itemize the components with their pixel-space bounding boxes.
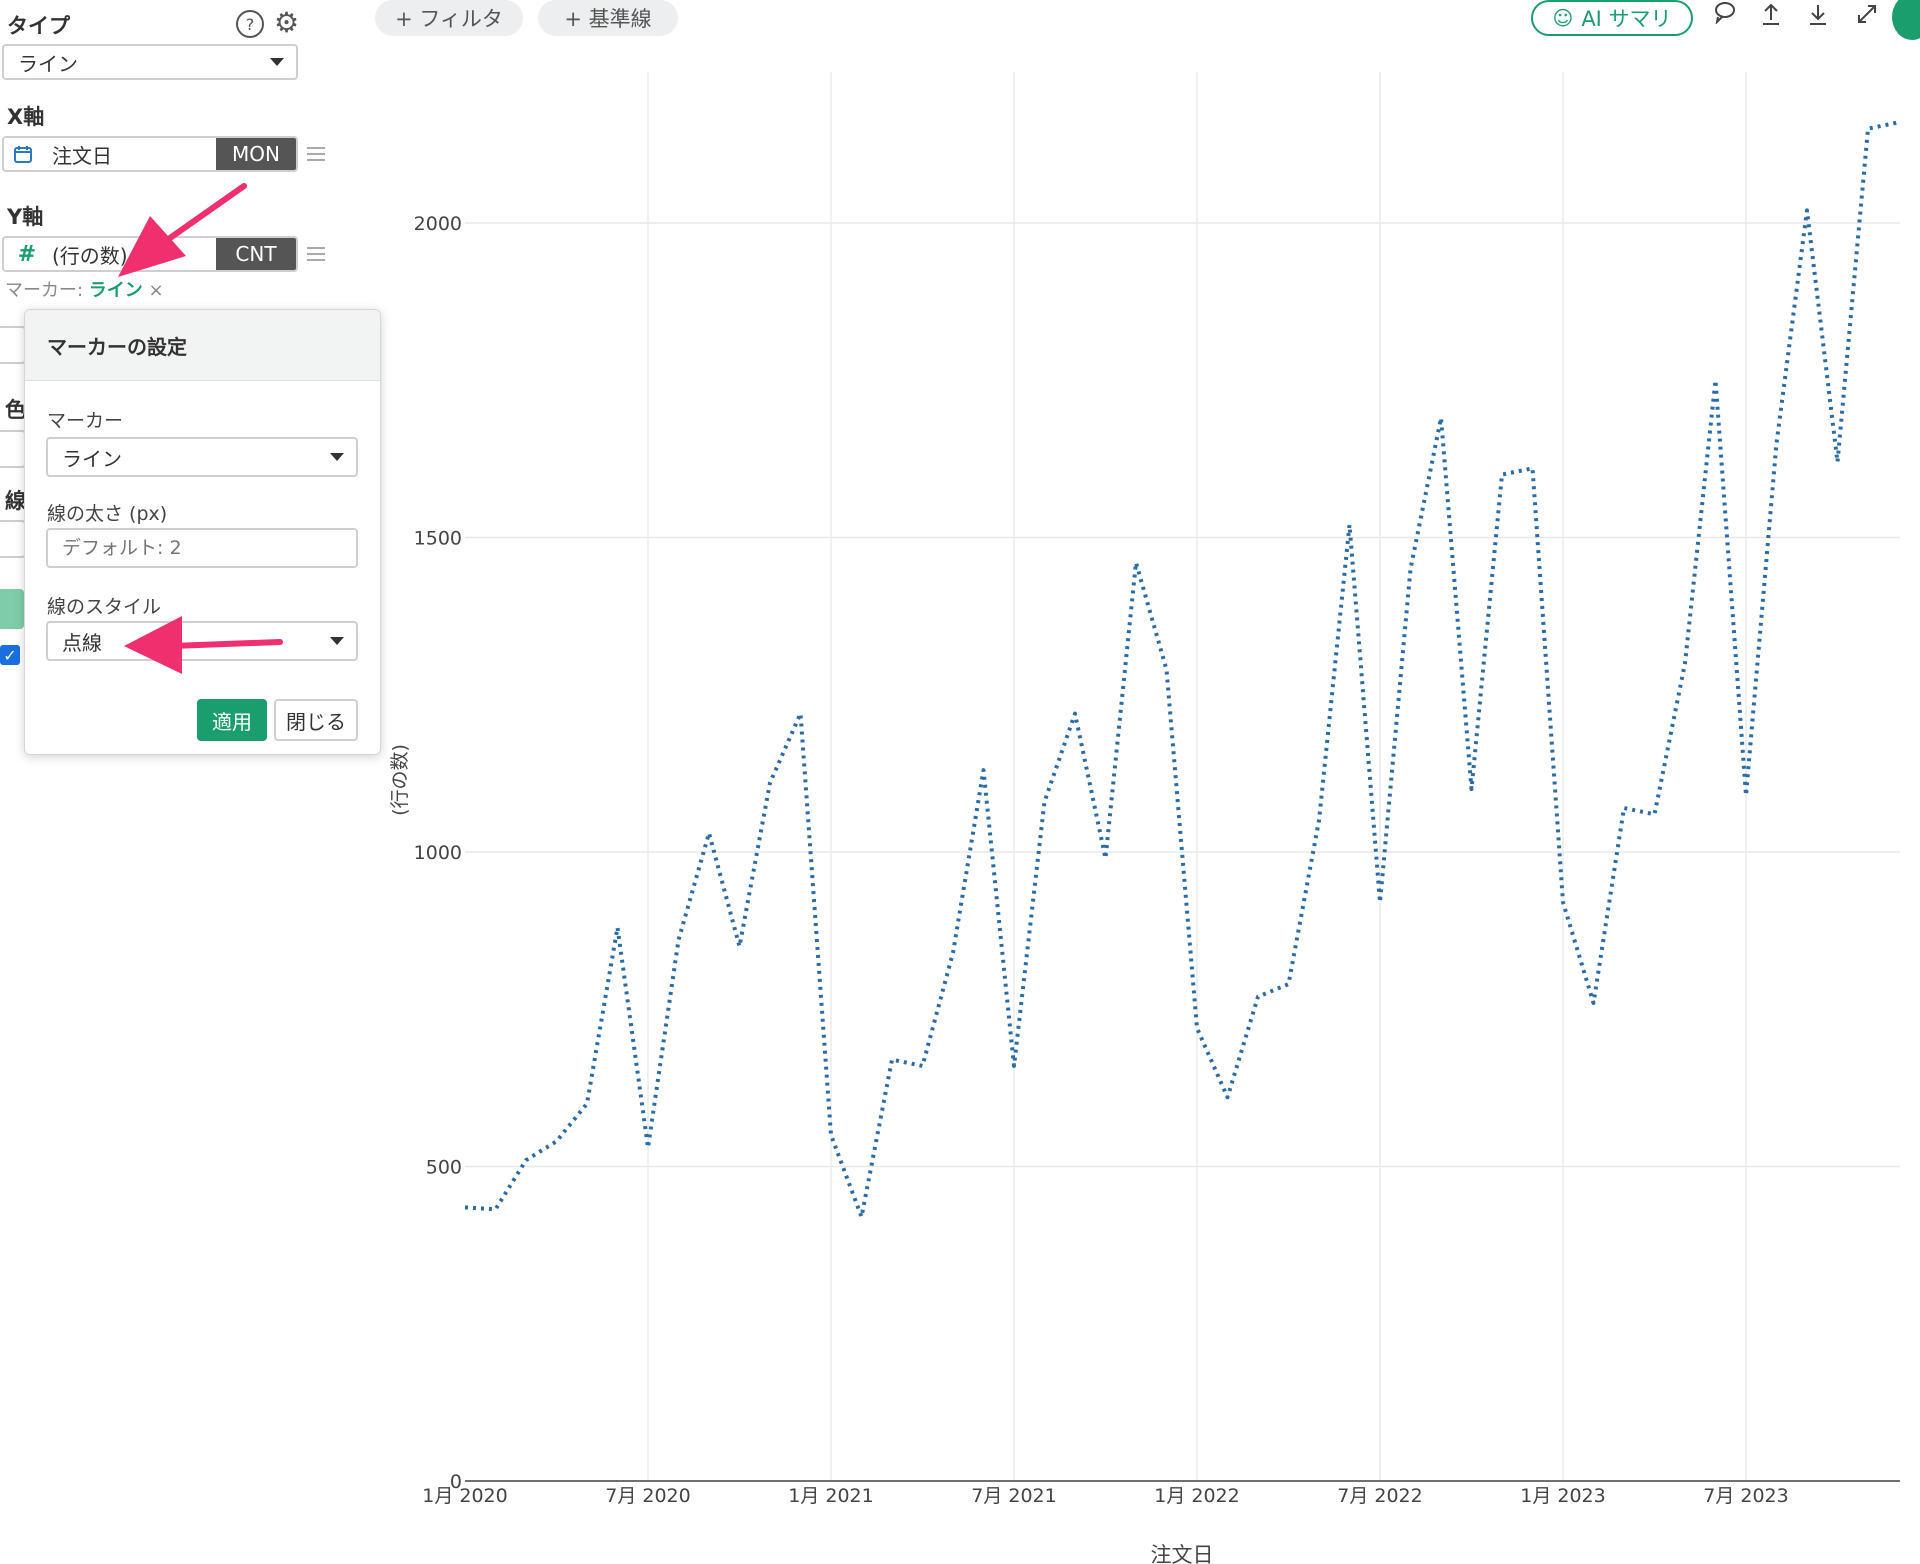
series-line (464, 120, 1899, 1219)
y-tick-label: 1000 (414, 842, 462, 864)
x-axis-title: 注文日 (1151, 1543, 1214, 1564)
y-tick-label: 1500 (414, 528, 462, 550)
y-tick-label: 2000 (414, 213, 462, 235)
line-chart: 05001000150020001月 2020 7月 2020 1月 2021 7月 … (389, 72, 1900, 1564)
x-tick-label: 7月 2022 (1337, 1485, 1422, 1507)
x-tick-label: 7月 2023 (1703, 1485, 1788, 1507)
x-tick-label: 7月 2021 (971, 1485, 1056, 1507)
x-tick-label: 1月 2020 (422, 1485, 507, 1507)
x-tick-label: 1月 2022 (1154, 1485, 1239, 1507)
y-axis-title: (行の数) (389, 744, 411, 816)
x-tick-label: 1月 2023 (1520, 1485, 1605, 1507)
y-tick-label: 500 (426, 1157, 462, 1179)
x-tick-label: 7月 2020 (605, 1485, 690, 1507)
x-tick-label: 1月 2021 (788, 1485, 873, 1507)
